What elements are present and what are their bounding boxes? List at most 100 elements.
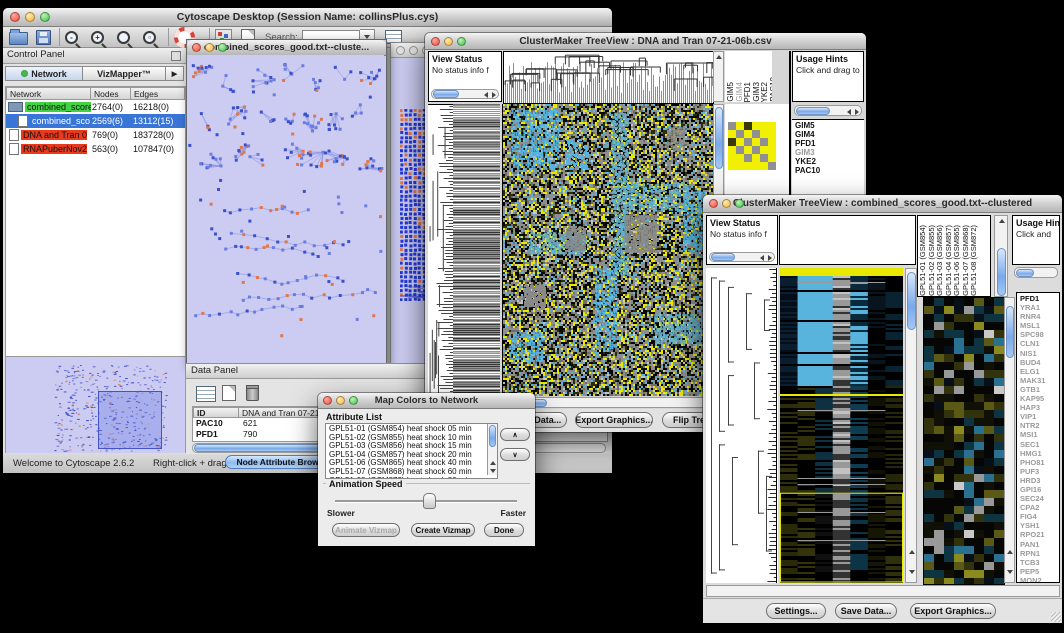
gene-label[interactable]: MSI1 [1020, 430, 1059, 439]
network-table-row[interactable]: RNAPuberNov2+I 563(0) 107847(0) [6, 142, 185, 156]
tv2-settings-button[interactable]: Settings... [766, 603, 826, 619]
tv1-mini-heatmap[interactable] [728, 122, 776, 170]
animate-vizmap-button[interactable]: Animate Vizmap [332, 523, 400, 537]
gene-label[interactable]: PFD1 [1020, 294, 1059, 303]
tv1-column-label[interactable]: GIM4 [736, 82, 744, 102]
gene-label[interactable]: GIM4 [795, 130, 864, 139]
gene-label[interactable]: HRD3 [1020, 476, 1059, 485]
done-button[interactable]: Done [484, 523, 524, 537]
column-header-network[interactable]: Network [6, 87, 91, 100]
network-table-row[interactable]: combined_scores 2764(0) 16218(0) [6, 100, 185, 114]
gene-label[interactable]: GTB1 [1020, 385, 1059, 394]
gene-label[interactable]: SEC1 [1020, 440, 1059, 449]
column-header-edges[interactable]: Edges [131, 87, 185, 100]
save-file-icon[interactable] [36, 30, 51, 45]
minimize-button[interactable] [205, 43, 214, 52]
gene-label[interactable]: PEP5 [1020, 567, 1059, 576]
tv1-column-label[interactable]: YKE2 [761, 82, 769, 102]
gene-label[interactable]: RPN1 [1020, 549, 1059, 558]
tv1-hints-scrollbar[interactable] [794, 105, 862, 116]
gene-label[interactable]: MON2 [1020, 576, 1059, 583]
gene-label[interactable]: YRA1 [1020, 303, 1059, 312]
minimize-button[interactable] [25, 12, 35, 22]
move-down-button[interactable]: ∨ [500, 448, 530, 461]
tv1-col-scroll-arrows[interactable] [713, 51, 724, 102]
gene-label[interactable]: PAN1 [1020, 540, 1059, 549]
tab-overflow-arrow[interactable]: ▶ [166, 66, 184, 81]
attribute-list-vscrollbar[interactable] [487, 424, 497, 475]
network-table-row[interactable]: combined_sco 2569(6) 13112(15) [6, 114, 185, 128]
tv1-row-dendrogram[interactable] [428, 104, 453, 397]
main-title-bar[interactable]: Cytoscape Desktop (Session Name: collins… [3, 8, 612, 27]
gene-label[interactable]: SEC24 [1020, 494, 1059, 503]
gene-label[interactable]: SPC98 [1020, 330, 1059, 339]
gene-label[interactable]: YSH1 [1020, 521, 1059, 530]
gene-label[interactable]: TCB3 [1020, 558, 1059, 567]
tv2-heatmap[interactable] [780, 268, 903, 583]
treeview1-title-bar[interactable]: ClusterMaker TreeView : DNA and Tran 07-… [425, 33, 866, 50]
minimize-button[interactable] [444, 37, 453, 46]
gene-label[interactable]: GIM5 [795, 121, 864, 130]
minimize-button[interactable] [336, 396, 345, 405]
tv2-column-label[interactable]: GPL51-06 (GSM865) [953, 225, 961, 296]
close-button[interactable] [396, 46, 405, 55]
tv1-column-label[interactable]: PFD1 [744, 82, 752, 102]
gene-label[interactable]: ELG1 [1020, 367, 1059, 376]
tv2-column-label[interactable]: GPL51-02 (GSM855) [928, 225, 936, 296]
gene-label[interactable]: FIG4 [1020, 512, 1059, 521]
close-button[interactable] [192, 43, 201, 52]
gene-label[interactable]: NIS1 [1020, 349, 1059, 358]
gene-label[interactable]: BUD4 [1020, 358, 1059, 367]
tv1-column-label[interactable]: PAC10 [770, 77, 773, 102]
minimize-button[interactable] [409, 46, 418, 55]
gene-label[interactable]: YKE2 [795, 157, 864, 166]
tv1-column-label[interactable]: GIM5 [727, 82, 735, 102]
gene-label[interactable]: RPO21 [1020, 530, 1059, 539]
tv1-export-graphics-button[interactable]: Export Graphics... [575, 412, 653, 428]
gene-label[interactable]: MSL1 [1020, 321, 1059, 330]
gene-label[interactable]: KAP95 [1020, 394, 1059, 403]
tv1-column-dendrogram[interactable] [503, 51, 714, 104]
tab-network[interactable]: Network [5, 66, 83, 81]
network-canvas[interactable] [187, 55, 384, 362]
tv2-export-graphics-button[interactable]: Export Graphics... [910, 603, 996, 619]
resize-grip[interactable] [1051, 612, 1061, 622]
zoom-button[interactable] [735, 199, 744, 208]
gene-label[interactable]: PFD1 [795, 139, 864, 148]
treeview2-title-bar[interactable]: ClusterMaker TreeView : combined_scores_… [703, 195, 1062, 213]
column-header-nodes[interactable]: Nodes [91, 87, 131, 100]
gene-label[interactable]: MAK31 [1020, 376, 1059, 385]
create-vizmap-button[interactable]: Create Vizmap [411, 523, 475, 537]
zoom-selected-icon[interactable]: ▫ [143, 31, 156, 44]
zoom-button[interactable] [40, 12, 50, 22]
gene-label[interactable]: CPA2 [1020, 503, 1059, 512]
minimize-button[interactable] [722, 199, 731, 208]
gene-label[interactable]: PUF3 [1020, 467, 1059, 476]
gene-label[interactable]: PHO81 [1020, 458, 1059, 467]
move-up-button[interactable]: ∧ [500, 428, 530, 441]
zoom-button[interactable] [457, 37, 466, 46]
close-button[interactable] [431, 37, 440, 46]
tv2-gene-list[interactable]: PFD1YRA1RNR4MSL1SPC98CLN1NIS1BUD4ELG1MAK… [1016, 292, 1060, 583]
close-button[interactable] [323, 396, 332, 405]
gene-label[interactable]: CLN1 [1020, 339, 1059, 348]
gene-label[interactable]: GIM3 [795, 148, 864, 157]
tv2-column-label[interactable]: GPL51-08 (GSM872) [970, 225, 978, 296]
tab-vizmapper[interactable]: VizMapper™ [83, 66, 166, 81]
attribute-list[interactable]: GPL51-01 (GSM854) heat shock 05 minGPL51… [325, 423, 498, 479]
float-panel-icon[interactable] [171, 51, 181, 61]
tv2-column-label[interactable]: GPL51-01 (GSM854) [919, 225, 927, 296]
tv2-hscrollbar[interactable] [706, 585, 1060, 597]
tv2-column-tree-area[interactable] [779, 215, 916, 265]
network-table-row[interactable]: DNA and Tran 07 769(0) 183728(0) [6, 128, 185, 142]
gene-label[interactable]: RNR4 [1020, 312, 1059, 321]
tv2-zoom-vscrollbar[interactable] [1004, 297, 1015, 583]
zoom-button[interactable] [349, 396, 358, 405]
new-attribute-icon[interactable] [222, 385, 236, 401]
zoom-out-icon[interactable]: - [65, 31, 78, 44]
speed-slider-thumb[interactable] [423, 493, 436, 509]
tv2-column-label[interactable]: GPL51-07 (GSM868) [962, 225, 970, 296]
gene-label[interactable]: HAP3 [1020, 403, 1059, 412]
close-button[interactable] [10, 12, 20, 22]
tv2-heatmap-vscrollbar[interactable] [905, 268, 917, 583]
